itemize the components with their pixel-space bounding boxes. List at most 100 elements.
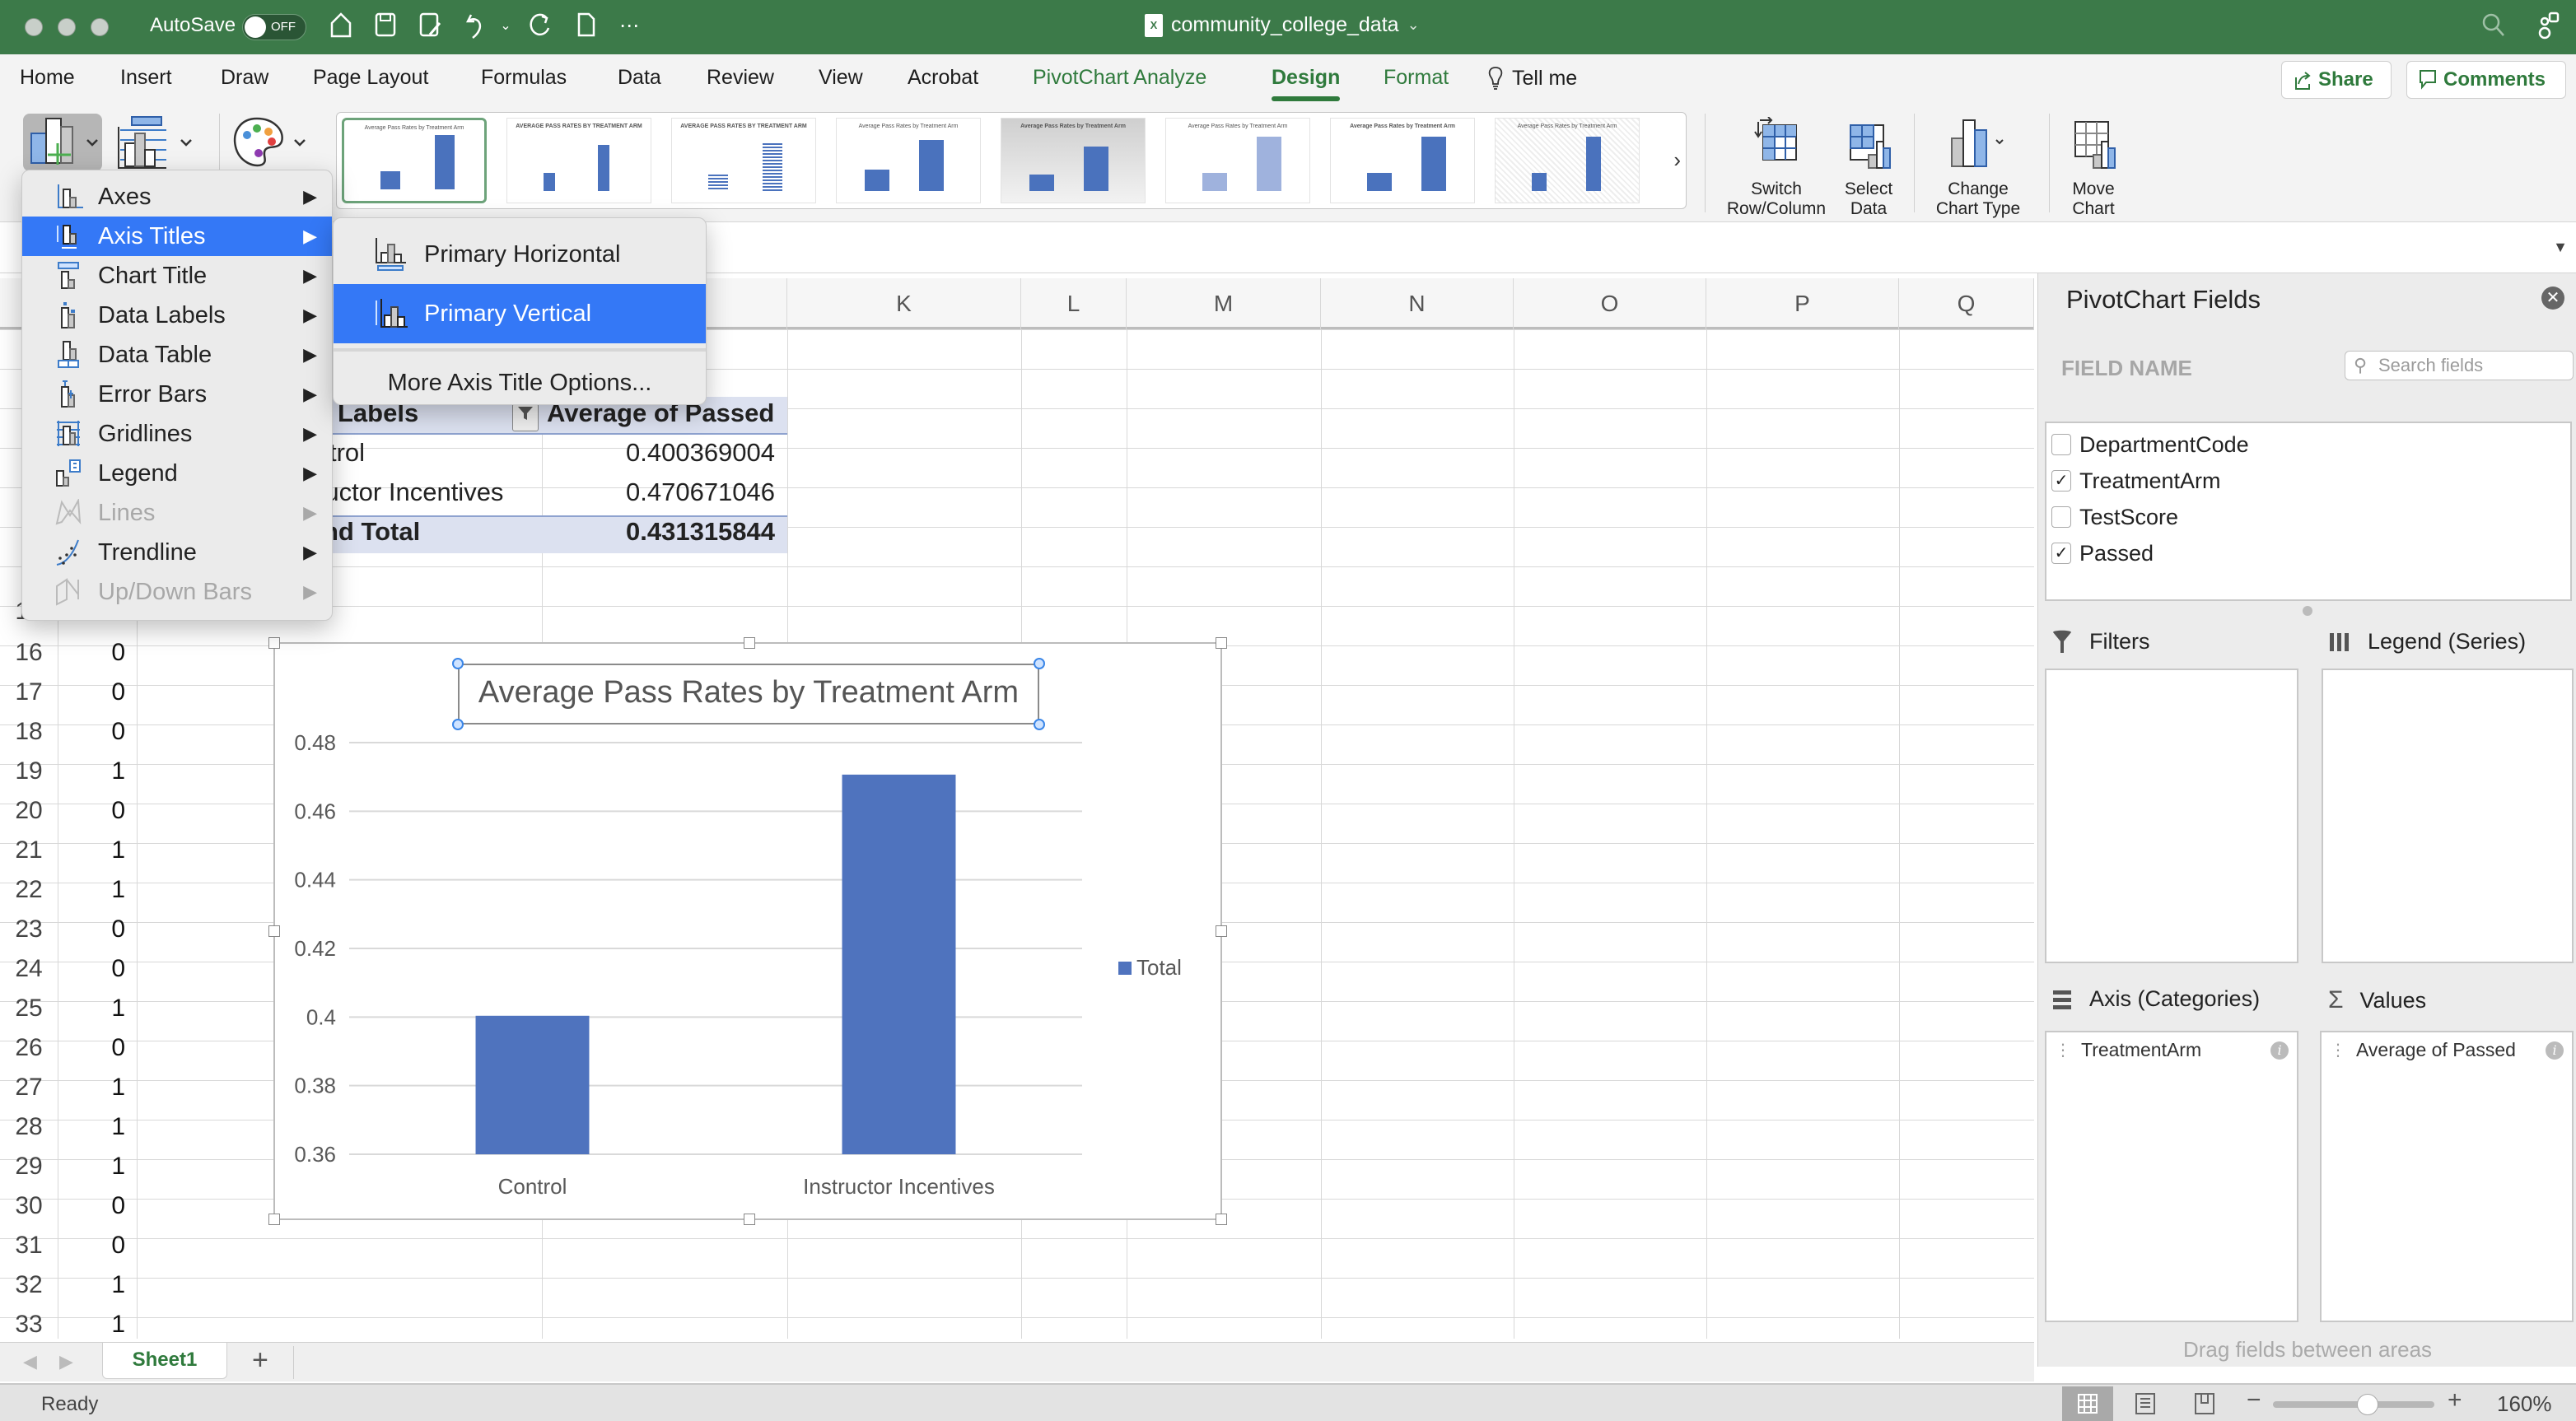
sheet-tab-sheet1[interactable]: Sheet1 bbox=[102, 1343, 227, 1379]
cell-value[interactable]: 1 bbox=[59, 1153, 137, 1181]
pivot-row-label[interactable]: trol bbox=[329, 438, 365, 468]
pivot-total-label[interactable]: nd Total bbox=[323, 517, 420, 547]
page-layout-view-button[interactable] bbox=[2120, 1386, 2171, 1421]
chart-style-1[interactable]: Average Pass Rates by Treatment Arm bbox=[342, 118, 487, 203]
row-number[interactable]: 16 bbox=[0, 639, 58, 667]
redo-icon[interactable] bbox=[525, 12, 555, 41]
cell-value[interactable]: 0 bbox=[59, 678, 137, 706]
pivot-chart[interactable]: 0.36 0.38 0.4 0.42 0.44 0.46 0.48 Control Instru… bbox=[268, 637, 1227, 1225]
menu-item-gridlines[interactable]: Gridlines ▶ bbox=[22, 414, 332, 454]
menu-item-axes[interactable]: Axes ▶ bbox=[22, 177, 332, 217]
tab-design[interactable]: Design bbox=[1272, 66, 1341, 101]
share-button[interactable]: Share bbox=[2281, 61, 2392, 99]
menu-item-legend[interactable]: Legend ▶ bbox=[22, 454, 332, 493]
chart-style-3[interactable]: AVERAGE PASS RATES BY TREATMENT ARM bbox=[671, 118, 816, 203]
column-header-q[interactable]: Q bbox=[1899, 278, 2034, 329]
column-header-o[interactable]: O bbox=[1514, 278, 1706, 329]
minimize-window-button[interactable] bbox=[58, 18, 76, 36]
bar[interactable] bbox=[842, 774, 956, 1154]
next-sheet-arrow-icon[interactable]: ▶ bbox=[59, 1351, 73, 1372]
cell-value[interactable]: 1 bbox=[59, 1113, 137, 1141]
column-header-p[interactable]: P bbox=[1706, 278, 1899, 329]
field-checkbox[interactable] bbox=[2051, 434, 2071, 455]
zoom-out-button[interactable]: − bbox=[2247, 1386, 2261, 1414]
tab-home[interactable]: Home bbox=[20, 66, 75, 90]
drag-handle-icon[interactable]: ⋮ bbox=[2330, 1040, 2346, 1060]
axis-categories-drop-area[interactable]: ⋮ TreatmentArm i bbox=[2045, 1031, 2298, 1322]
title-handle[interactable] bbox=[1034, 719, 1045, 730]
filters-drop-area[interactable] bbox=[2045, 669, 2298, 963]
share-people-icon[interactable] bbox=[2533, 12, 2563, 41]
bar[interactable] bbox=[475, 1015, 590, 1154]
pane-split-handle[interactable] bbox=[2303, 606, 2312, 616]
document-title[interactable]: X community_college_data ⌄ bbox=[1145, 13, 1420, 37]
menu-item-chart-title[interactable]: Chart Title ▶ bbox=[22, 256, 332, 296]
axis-field-chip[interactable]: ⋮ TreatmentArm i bbox=[2055, 1039, 2289, 1061]
row-number[interactable]: 20 bbox=[0, 797, 58, 825]
drag-handle-icon[interactable]: ⋮ bbox=[2055, 1040, 2071, 1060]
home-icon[interactable] bbox=[326, 12, 356, 41]
column-header-m[interactable]: M bbox=[1127, 278, 1321, 329]
pivot-total-value[interactable]: 0.431315844 bbox=[626, 517, 775, 547]
tab-formulas[interactable]: Formulas bbox=[481, 66, 567, 90]
info-icon[interactable]: i bbox=[2546, 1041, 2564, 1060]
close-pane-icon[interactable]: ✕ bbox=[2541, 287, 2564, 310]
row-number[interactable]: 29 bbox=[0, 1153, 58, 1181]
pivot-row-label[interactable]: ructor Incentives bbox=[316, 478, 503, 507]
field-checkbox[interactable] bbox=[2051, 506, 2071, 528]
more-icon[interactable]: ⋯ bbox=[614, 12, 644, 41]
tab-insert[interactable]: Insert bbox=[120, 66, 172, 90]
field-checkbox-checked[interactable]: ✓ bbox=[2051, 543, 2071, 564]
autosave-toggle[interactable]: OFF bbox=[242, 14, 306, 40]
legend-series-drop-area[interactable] bbox=[2322, 669, 2574, 963]
add-chart-element-button[interactable] bbox=[23, 114, 102, 171]
gallery-next-arrow-icon[interactable]: › bbox=[1673, 147, 1681, 173]
title-handle[interactable] bbox=[452, 719, 464, 730]
row-number[interactable]: 26 bbox=[0, 1034, 58, 1062]
move-chart-button[interactable]: Move Chart bbox=[2059, 117, 2128, 219]
zoom-in-button[interactable]: + bbox=[2448, 1386, 2462, 1414]
cell-value[interactable]: 1 bbox=[59, 876, 137, 904]
row-number[interactable]: 25 bbox=[0, 995, 58, 1023]
search-fields-input[interactable]: ⚲ Search fields bbox=[2345, 351, 2574, 380]
column-header-k[interactable]: K bbox=[787, 278, 1021, 329]
field-testscore[interactable]: TestScore bbox=[2051, 501, 2178, 533]
save-as-icon[interactable] bbox=[415, 12, 445, 41]
field-treatmentarm[interactable]: ✓ TreatmentArm bbox=[2051, 464, 2221, 497]
row-number[interactable]: 33 bbox=[0, 1311, 58, 1339]
row-number[interactable]: 32 bbox=[0, 1271, 58, 1299]
chart-title[interactable]: Average Pass Rates by Treatment Arm bbox=[460, 675, 1038, 710]
row-number[interactable]: 18 bbox=[0, 718, 58, 746]
chart-style-7[interactable]: Average Pass Rates by Treatment Arm bbox=[1330, 118, 1475, 203]
row-number[interactable]: 24 bbox=[0, 955, 58, 983]
undo-icon[interactable] bbox=[461, 12, 491, 41]
row-number[interactable]: 23 bbox=[0, 915, 58, 943]
row-number[interactable]: 22 bbox=[0, 876, 58, 904]
cell-value[interactable]: 0 bbox=[59, 797, 137, 825]
tab-format[interactable]: Format bbox=[1384, 66, 1449, 90]
page-break-view-button[interactable] bbox=[2179, 1386, 2230, 1421]
field-departmentcode[interactable]: DepartmentCode bbox=[2051, 428, 2249, 461]
more-axis-title-options[interactable]: More Axis Title Options... bbox=[334, 353, 706, 412]
close-window-button[interactable] bbox=[25, 18, 43, 36]
chart-style-4[interactable]: Average Pass Rates by Treatment Arm bbox=[836, 118, 981, 203]
zoom-slider[interactable] bbox=[2273, 1401, 2434, 1408]
previous-sheet-arrow-icon[interactable]: ◀ bbox=[23, 1351, 37, 1372]
row-number[interactable]: 17 bbox=[0, 678, 58, 706]
add-sheet-icon[interactable]: + bbox=[252, 1344, 268, 1377]
menu-item-data-table[interactable]: Data Table ▶ bbox=[22, 335, 332, 375]
save-icon[interactable] bbox=[371, 12, 400, 41]
switch-row-column-button[interactable]: Switch Row/Column bbox=[1721, 116, 1832, 219]
tab-page-layout[interactable]: Page Layout bbox=[313, 66, 428, 90]
menu-item-axis-titles[interactable]: Axis Titles ▶ bbox=[22, 217, 332, 256]
menu-item-data-labels[interactable]: Data Labels ▶ bbox=[22, 296, 332, 335]
menu-item-trendline[interactable]: Trendline ▶ bbox=[22, 533, 332, 572]
values-drop-area[interactable]: ⋮ Average of Passed i bbox=[2320, 1031, 2574, 1322]
tab-review[interactable]: Review bbox=[707, 66, 774, 90]
cell-value[interactable]: 0 bbox=[59, 1034, 137, 1062]
submenu-item-primary-vertical[interactable]: Primary Vertical bbox=[334, 284, 706, 343]
chart-style-6[interactable]: Average Pass Rates by Treatment Arm bbox=[1165, 118, 1310, 203]
tab-draw[interactable]: Draw bbox=[221, 66, 268, 90]
quick-layout-button[interactable] bbox=[115, 114, 201, 171]
select-data-button[interactable]: Select Data bbox=[1835, 117, 1902, 219]
